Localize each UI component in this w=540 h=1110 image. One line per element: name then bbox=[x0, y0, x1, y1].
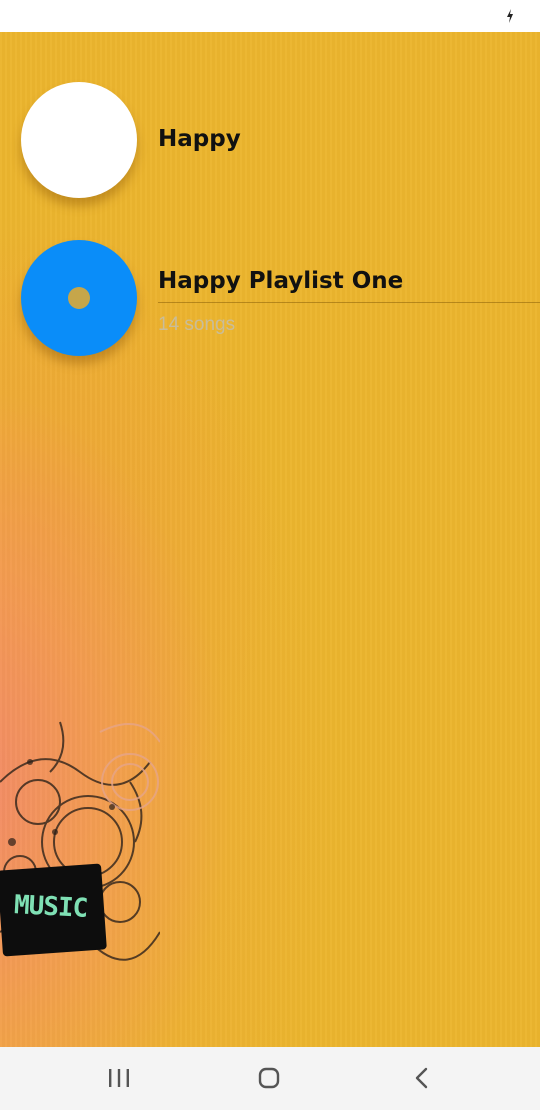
divider bbox=[158, 302, 540, 303]
list-item-happy-playlist-one[interactable]: Happy Playlist One 14 songs bbox=[0, 240, 540, 356]
list-item-title: Happy Playlist One bbox=[158, 268, 404, 294]
back-icon[interactable] bbox=[401, 1063, 441, 1093]
playlist-screen-background: MUSIC Happy Happy Playlist One 14 songs bbox=[0, 32, 540, 1047]
disc-icon bbox=[21, 240, 137, 356]
status-bar bbox=[0, 0, 540, 32]
battery-charging-icon bbox=[507, 9, 513, 23]
music-artwork-label: MUSIC bbox=[13, 890, 89, 924]
navigation-bar bbox=[0, 1047, 540, 1110]
disc-hole bbox=[68, 287, 90, 309]
screen: MUSIC Happy Happy Playlist One 14 songs bbox=[0, 0, 540, 1110]
home-icon[interactable] bbox=[249, 1063, 289, 1093]
list-item-happy[interactable]: Happy bbox=[0, 82, 540, 198]
list-item-title: Happy bbox=[158, 126, 241, 152]
white-circle-art bbox=[21, 82, 137, 198]
recents-icon[interactable] bbox=[99, 1063, 139, 1093]
list-item-subtitle: 14 songs bbox=[158, 314, 236, 335]
